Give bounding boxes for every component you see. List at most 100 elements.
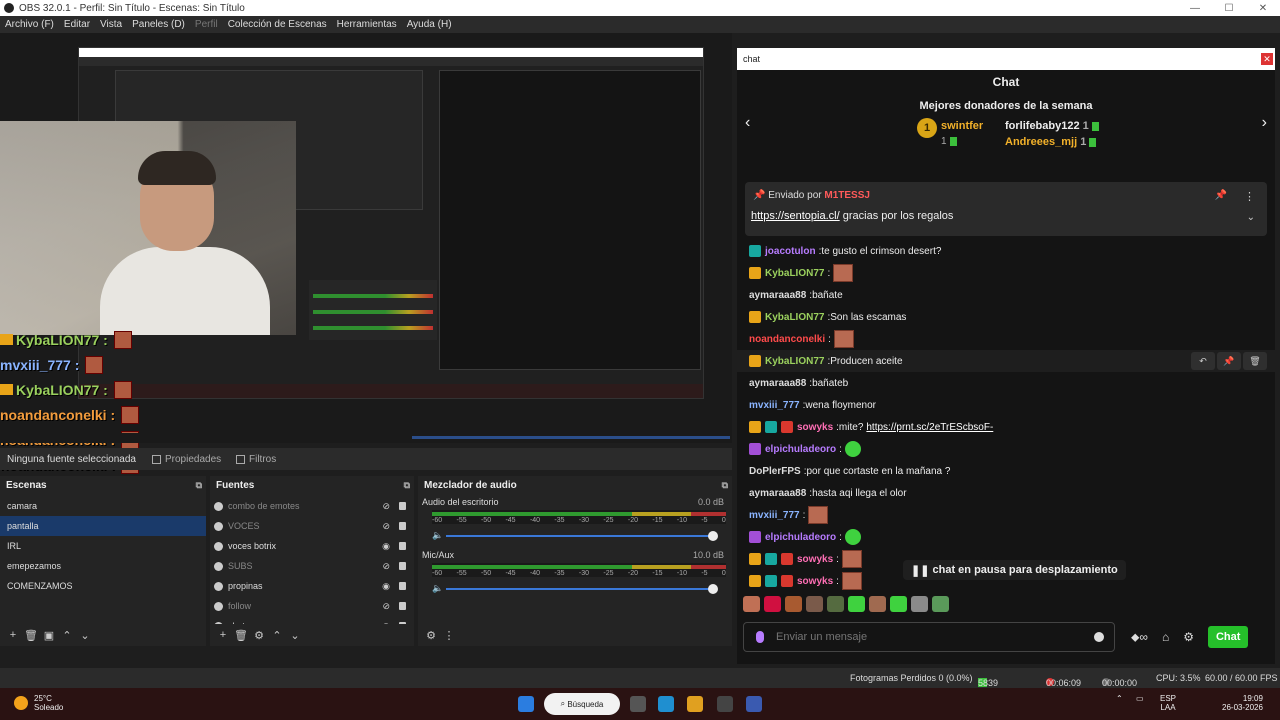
menu-herramientas[interactable]: Herramientas: [337, 19, 397, 30]
lock-icon[interactable]: [399, 542, 406, 550]
menu-vista[interactable]: Vista: [100, 19, 122, 30]
hidden-eye-icon[interactable]: ⊘: [382, 601, 390, 612]
source-item[interactable]: propinas ◉: [210, 576, 414, 596]
move-down-button[interactable]: ⌄: [286, 629, 304, 642]
emote-icon[interactable]: [743, 596, 760, 612]
clock[interactable]: 19:09 26-03-2026: [1222, 694, 1263, 712]
delete-icon[interactable]: 🗑: [1243, 352, 1267, 370]
close-icon[interactable]: ✕: [1261, 53, 1273, 65]
emote-icon[interactable]: [848, 596, 865, 612]
mixer-menu-button[interactable]: ⋮: [440, 629, 458, 642]
reply-icon[interactable]: ↶: [1191, 352, 1215, 370]
scene-item[interactable]: IRL: [0, 536, 206, 556]
source-item[interactable]: follow ⊘: [210, 596, 414, 616]
settings-icon[interactable]: ⚙: [1183, 630, 1194, 644]
send-chat-button[interactable]: Chat: [1207, 626, 1249, 648]
minimize-button[interactable]: —: [1178, 3, 1212, 14]
move-up-button[interactable]: ⌃: [268, 629, 286, 642]
undock-icon[interactable]: ⧉: [722, 480, 728, 491]
hidden-eye-icon[interactable]: ⊘: [382, 521, 390, 532]
volume-slider[interactable]: 🔈: [432, 583, 726, 594]
preview-scrollbar[interactable]: [0, 433, 732, 443]
filters-button[interactable]: Filtros: [236, 454, 276, 465]
scene-item[interactable]: camara: [0, 496, 206, 516]
speaker-icon[interactable]: 🔈: [432, 583, 443, 594]
prev-arrow-icon[interactable]: ‹: [745, 114, 750, 132]
bits-icon[interactable]: ⬥∞: [1131, 630, 1148, 645]
edge-icon[interactable]: [658, 696, 674, 712]
emote-icon[interactable]: [869, 596, 886, 612]
source-properties-button[interactable]: ⚙: [250, 629, 268, 642]
source-item[interactable]: voces botrix ◉: [210, 536, 414, 556]
chat-paused-banner[interactable]: ❚❚ chat en pausa para desplazamiento: [903, 560, 1126, 580]
undock-icon[interactable]: ⧉: [404, 480, 410, 491]
obs-icon[interactable]: [717, 696, 733, 712]
emote-icon[interactable]: [932, 596, 949, 612]
source-item[interactable]: VOCES ⊘: [210, 516, 414, 536]
delete-source-button[interactable]: 🗑: [232, 629, 250, 642]
lock-icon[interactable]: [399, 562, 406, 570]
add-scene-button[interactable]: +: [4, 629, 22, 641]
menu-perfil[interactable]: Perfil: [195, 19, 218, 30]
mixer-settings-button[interactable]: ⚙: [422, 629, 440, 642]
pinned-message[interactable]: 📌 Enviado por M1TESSJ https://sentopia.c…: [745, 182, 1267, 236]
scene-item[interactable]: pantalla: [0, 516, 206, 536]
delete-scene-button[interactable]: 🗑: [22, 629, 40, 642]
undock-icon[interactable]: ⧉: [196, 480, 202, 491]
eye-icon[interactable]: ◉: [382, 581, 390, 592]
store-icon[interactable]: ⌂: [1162, 630, 1169, 644]
pinned-link[interactable]: https://sentopia.cl/: [751, 210, 840, 222]
chevron-down-icon[interactable]: ⌄: [1247, 212, 1255, 223]
lock-icon[interactable]: [399, 502, 406, 510]
weather-widget[interactable]: 25°C Soleado: [14, 694, 63, 712]
emote-icon[interactable]: [911, 596, 928, 612]
close-button[interactable]: ✕: [1246, 3, 1280, 14]
start-icon[interactable]: [518, 696, 534, 712]
message-link[interactable]: https://prnt.sc/2eTrEScbsoF-: [866, 422, 993, 433]
properties-button[interactable]: Propiedades: [152, 454, 221, 465]
hidden-eye-icon[interactable]: ⊘: [382, 501, 390, 512]
task-view-icon[interactable]: [630, 696, 646, 712]
emoji-picker-icon[interactable]: [1094, 632, 1104, 642]
hidden-eye-icon[interactable]: ⊘: [382, 561, 390, 572]
next-arrow-icon[interactable]: ›: [1262, 114, 1267, 132]
lock-icon[interactable]: [399, 522, 406, 530]
menu-paneles[interactable]: Paneles (D): [132, 19, 185, 30]
pin-icon[interactable]: 📌: [1217, 352, 1241, 370]
volume-slider[interactable]: 🔈: [432, 530, 726, 541]
move-up-button[interactable]: ⌃: [58, 629, 76, 642]
eye-icon[interactable]: ◉: [382, 541, 390, 552]
message-input[interactable]: [776, 631, 1094, 643]
speaker-icon[interactable]: 🔈: [432, 530, 443, 541]
source-item[interactable]: chat◉: [210, 616, 414, 624]
emote-icon[interactable]: [890, 596, 907, 612]
scene-filters-button[interactable]: ▣: [40, 629, 58, 642]
move-down-button[interactable]: ⌄: [76, 629, 94, 642]
preview-canvas[interactable]: KybaLION77 : mvxiii_777 : KybaLION77 : n…: [0, 33, 732, 524]
taskbar-search[interactable]: ⌕ Búsqueda: [544, 693, 620, 715]
menu-ayuda[interactable]: Ayuda (H): [407, 19, 452, 30]
source-item[interactable]: SUBS ⊘: [210, 556, 414, 576]
scene-item[interactable]: COMENZAMOS: [0, 576, 206, 596]
emote-icon[interactable]: [806, 596, 823, 612]
mic-icon[interactable]: [756, 631, 764, 643]
network-icon[interactable]: ▭: [1136, 694, 1144, 703]
app-icon[interactable]: [746, 696, 762, 712]
message-input-box[interactable]: [743, 622, 1115, 652]
unpin-icon[interactable]: 📌: [1215, 190, 1227, 201]
emote-icon[interactable]: [827, 596, 844, 612]
maximize-button[interactable]: ☐: [1212, 3, 1246, 14]
add-source-button[interactable]: +: [214, 629, 232, 641]
emote-icon[interactable]: [785, 596, 802, 612]
menu-editar[interactable]: Editar: [64, 19, 90, 30]
tray-chevron-icon[interactable]: ⌃: [1116, 694, 1123, 703]
lock-icon[interactable]: [399, 602, 406, 610]
language-indicator[interactable]: ESP LAA: [1160, 694, 1176, 712]
chrome-icon[interactable]: [687, 696, 703, 712]
lock-icon[interactable]: [399, 582, 406, 590]
scene-item[interactable]: emepezamos: [0, 556, 206, 576]
emote-icon[interactable]: [764, 596, 781, 612]
menu-archivo[interactable]: Archivo (F): [5, 19, 54, 30]
source-item[interactable]: combo de emotes ⊘: [210, 496, 414, 516]
menu-coleccion[interactable]: Colección de Escenas: [228, 19, 327, 30]
